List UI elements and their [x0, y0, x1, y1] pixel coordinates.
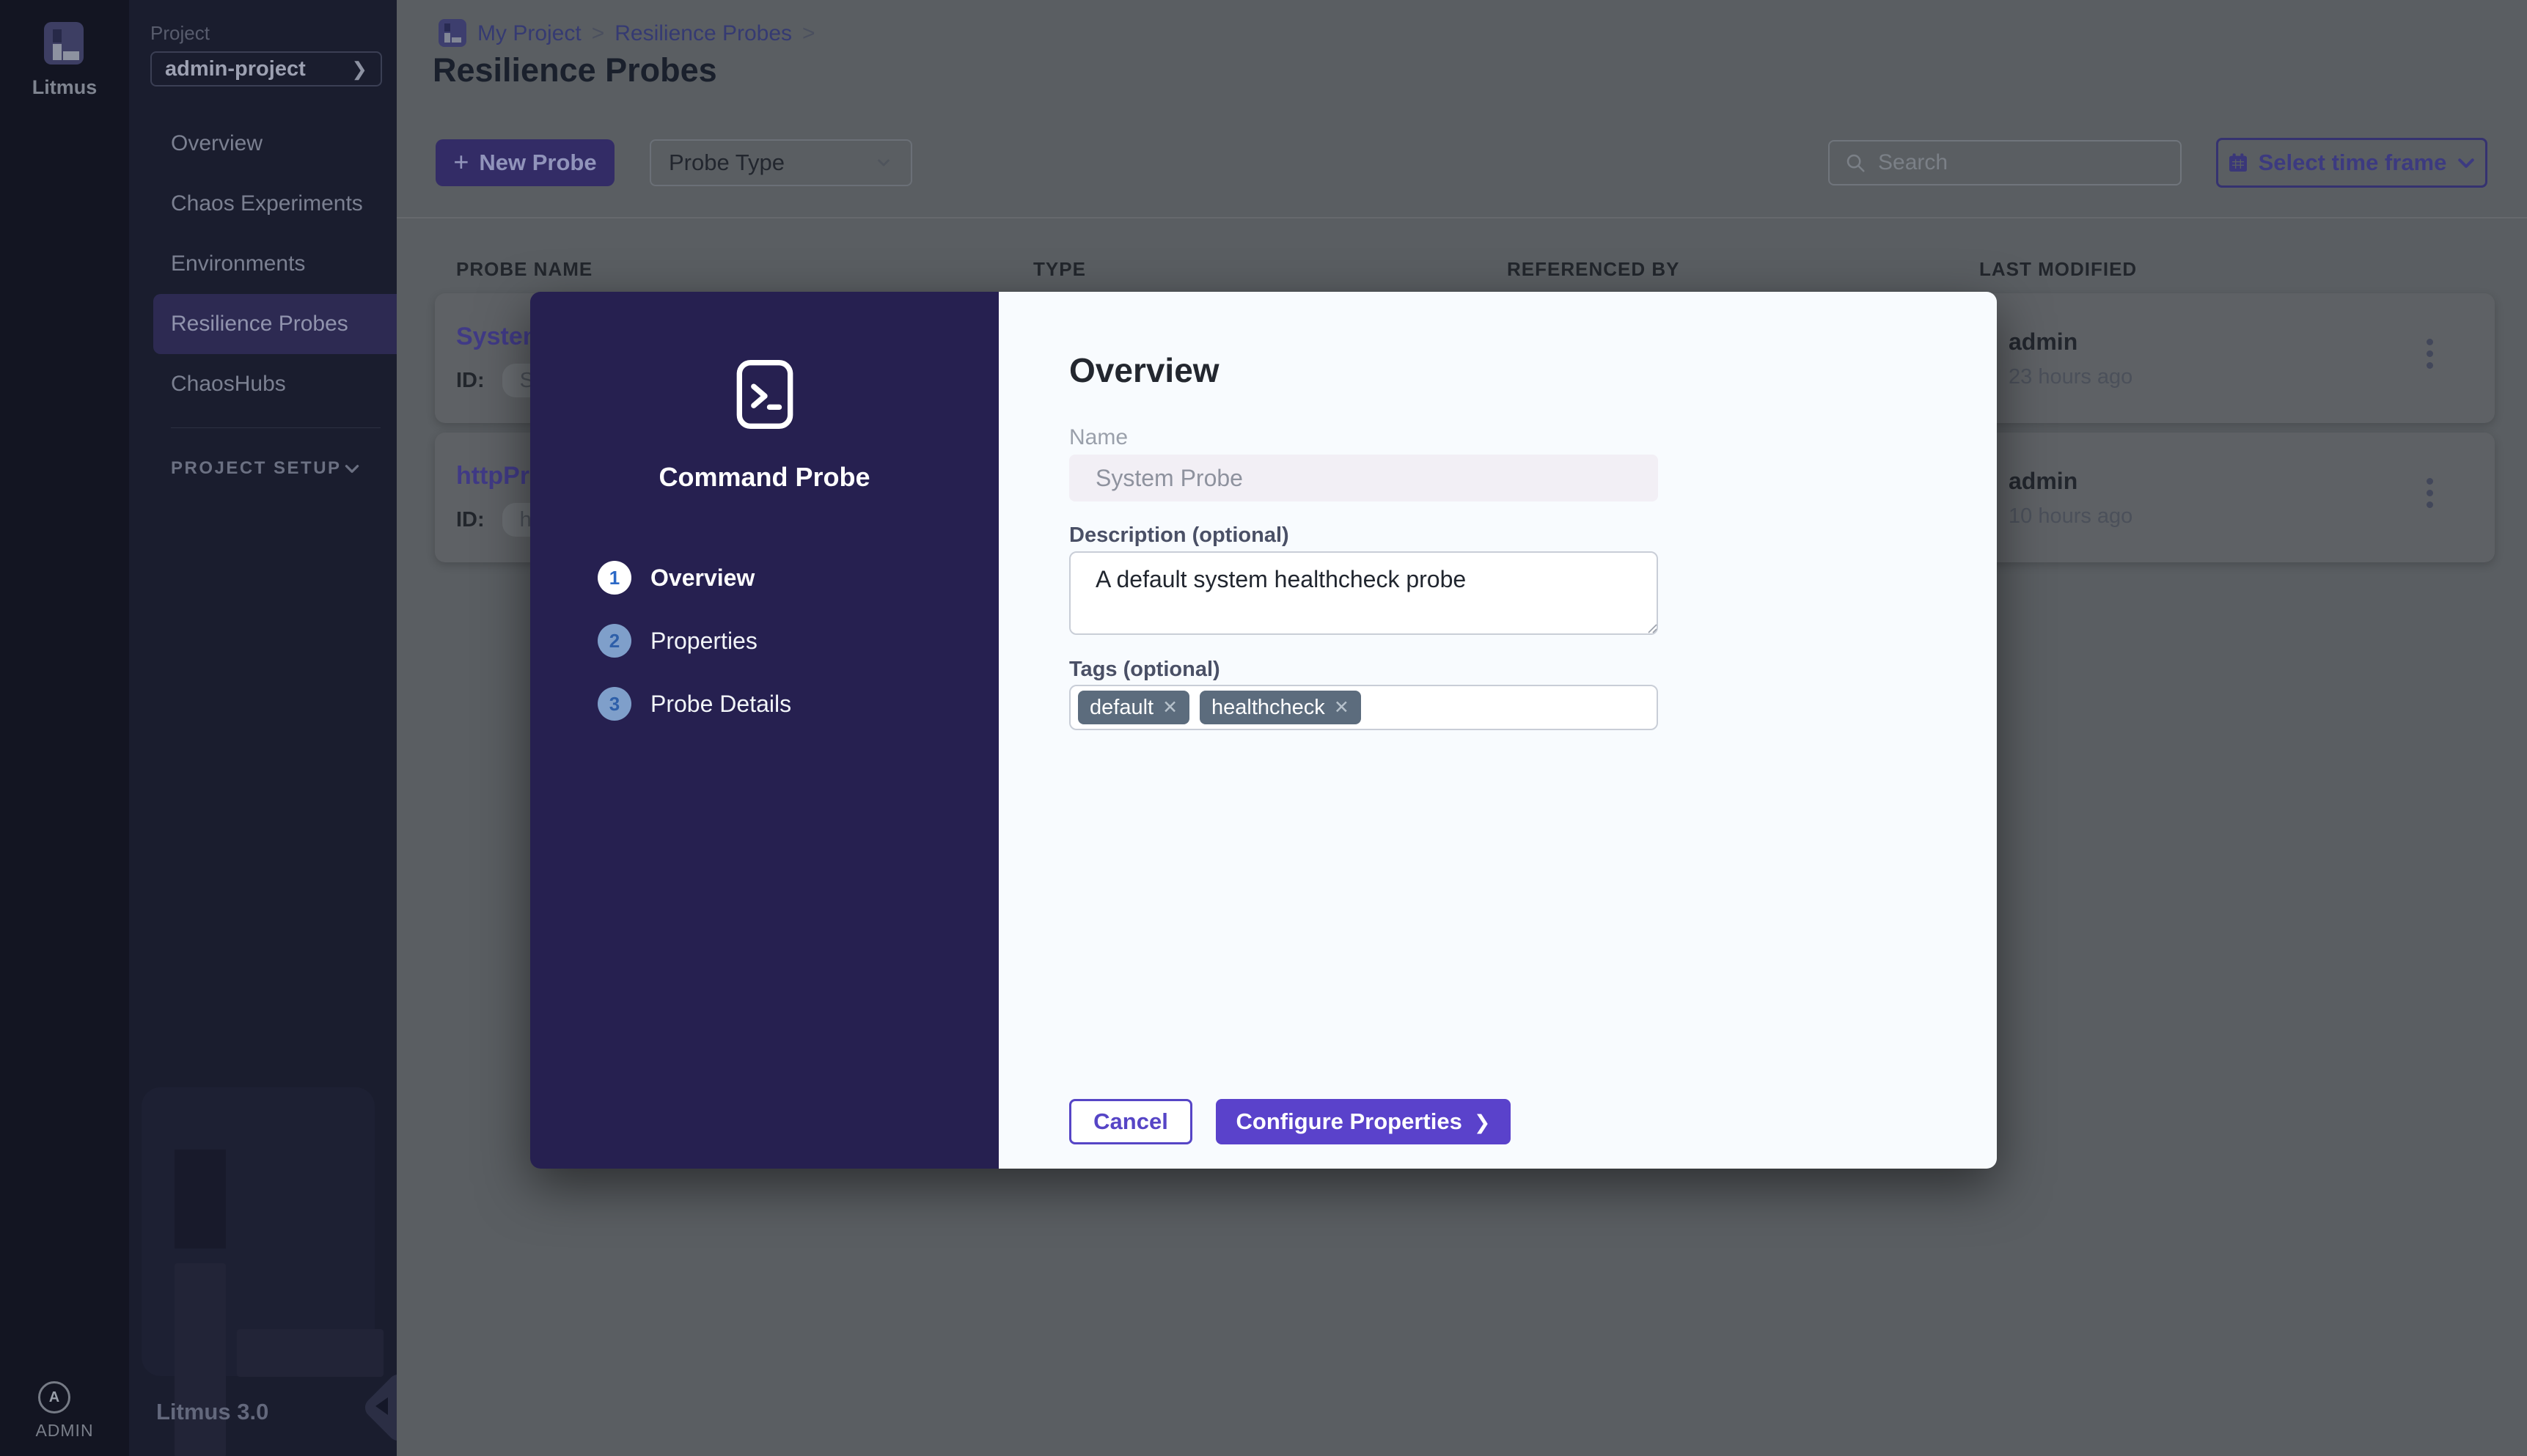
command-probe-modal: Command Probe 1 Overview 2 Properties 3 …	[530, 292, 1997, 1169]
search-input[interactable]	[1878, 150, 2165, 175]
tag-chip: default ✕	[1078, 691, 1190, 724]
logo-rail: Litmus A ADMIN	[0, 0, 129, 1456]
row-menu-icon[interactable]	[2427, 478, 2433, 508]
project-setup-toggle[interactable]: PROJECT SETUP	[171, 458, 362, 479]
terminal-icon	[530, 356, 999, 433]
page-title: Resilience Probes	[433, 51, 717, 89]
cancel-button[interactable]: Cancel	[1069, 1099, 1192, 1144]
calendar-icon	[2229, 153, 2247, 172]
sidebar-divider	[171, 427, 381, 428]
collapse-arrow-icon[interactable]	[375, 1397, 388, 1415]
select-time-frame-button[interactable]: Select time frame	[2216, 138, 2487, 188]
probe-type-label: Probe Type	[669, 150, 785, 175]
step-number: 1	[598, 561, 631, 595]
sidebar-nav: Overview Chaos Experiments Environments …	[129, 114, 397, 414]
configure-properties-button[interactable]: Configure Properties ❯	[1216, 1099, 1511, 1144]
sidebar-item-environments[interactable]: Environments	[129, 234, 397, 294]
time-frame-label: Select time frame	[2258, 150, 2447, 175]
modified-ago: 10 hours ago	[2009, 504, 2133, 528]
row-menu-icon[interactable]	[2427, 339, 2433, 369]
search-box	[1828, 140, 2182, 185]
remove-tag-icon[interactable]: ✕	[1162, 696, 1178, 718]
breadcrumb: My Project > Resilience Probes >	[477, 21, 815, 46]
litmus-logo-icon[interactable]	[44, 22, 84, 65]
step-label: Probe Details	[650, 690, 792, 717]
chevron-down-icon	[345, 465, 359, 473]
litmus-watermark	[142, 1087, 384, 1456]
description-label: Description (optional)	[1069, 523, 1289, 547]
chevron-down-icon	[2458, 158, 2475, 168]
breadcrumb-separator: >	[802, 21, 815, 45]
name-field[interactable]	[1069, 455, 1658, 501]
tag-chip: healthcheck ✕	[1200, 691, 1361, 724]
chevron-down-icon	[878, 159, 890, 166]
description-field[interactable]: A default system healthcheck probe	[1069, 551, 1658, 635]
configure-properties-label: Configure Properties	[1236, 1108, 1462, 1134]
wizard-title: Command Probe	[659, 462, 870, 492]
tags-label: Tags (optional)	[1069, 658, 1220, 681]
probe-type-dropdown[interactable]: Probe Type	[650, 139, 912, 186]
brand-name: Litmus	[32, 76, 98, 98]
column-header-last-modified: LAST MODIFIED	[1979, 258, 2138, 280]
breadcrumb-resilience-probes[interactable]: Resilience Probes	[615, 21, 792, 46]
step-probe-details[interactable]: 3 Probe Details	[598, 687, 791, 721]
new-probe-label: New Probe	[479, 150, 597, 175]
tag-text: healthcheck	[1211, 695, 1325, 719]
new-probe-button[interactable]: + New Probe	[436, 139, 615, 186]
project-selector[interactable]: admin-project ❯	[150, 51, 382, 87]
step-overview[interactable]: 1 Overview	[598, 561, 791, 595]
project-setup-label: PROJECT SETUP	[171, 458, 342, 478]
breadcrumb-logo-icon	[439, 19, 466, 47]
chevron-right-icon: ❯	[351, 57, 367, 80]
remove-tag-icon[interactable]: ✕	[1334, 696, 1349, 718]
user-name-label: ADMIN	[35, 1421, 94, 1440]
toolbar-divider	[397, 217, 2527, 218]
step-label: Properties	[650, 627, 758, 654]
wizard-panel: Command Probe 1 Overview 2 Properties 3 …	[530, 292, 999, 1169]
sidebar-item-chaos-experiments[interactable]: Chaos Experiments	[129, 174, 397, 234]
modified-by: admin	[2009, 468, 2078, 494]
wizard-steps: 1 Overview 2 Properties 3 Probe Details	[598, 561, 791, 750]
litmus-app: Litmus A ADMIN Project admin-project ❯ O…	[0, 0, 2527, 1456]
project-label: Project	[150, 22, 210, 44]
sidebar-item-overview[interactable]: Overview	[129, 114, 397, 174]
tag-text: default	[1090, 695, 1154, 719]
column-header-probe-name: PROBE NAME	[456, 258, 593, 280]
step-properties[interactable]: 2 Properties	[598, 624, 791, 658]
sidebar-item-chaoshubs[interactable]: ChaosHubs	[129, 354, 397, 414]
sidebar-item-resilience-probes[interactable]: Resilience Probes	[153, 294, 397, 354]
form-heading: Overview	[1069, 351, 1220, 389]
tags-input[interactable]: default ✕ healthcheck ✕	[1069, 685, 1658, 730]
modified-ago: 23 hours ago	[2009, 365, 2133, 389]
sidebar: Project admin-project ❯ Overview Chaos E…	[129, 0, 397, 1456]
column-header-referenced-by: REFERENCED BY	[1507, 258, 1680, 280]
breadcrumb-separator: >	[591, 21, 605, 45]
breadcrumb-my-project[interactable]: My Project	[477, 21, 582, 46]
plus-icon: +	[453, 146, 469, 177]
overview-form: Overview Name Description (optional) A d…	[999, 292, 1997, 1169]
id-label: ID:	[456, 507, 485, 532]
name-label: Name	[1069, 425, 1129, 449]
modal-actions: Cancel Configure Properties ❯	[1069, 1099, 1511, 1144]
search-icon	[1846, 154, 1865, 172]
id-label: ID:	[456, 368, 485, 392]
step-number: 3	[598, 687, 631, 721]
version-label: Litmus 3.0	[156, 1399, 269, 1424]
project-selector-value: admin-project	[165, 56, 306, 81]
user-avatar[interactable]: A	[38, 1381, 70, 1413]
column-header-type: TYPE	[1033, 258, 1086, 280]
modified-by: admin	[2009, 328, 2078, 355]
step-number: 2	[598, 624, 631, 658]
step-label: Overview	[650, 564, 755, 591]
chevron-right-icon: ❯	[1473, 1111, 1491, 1133]
